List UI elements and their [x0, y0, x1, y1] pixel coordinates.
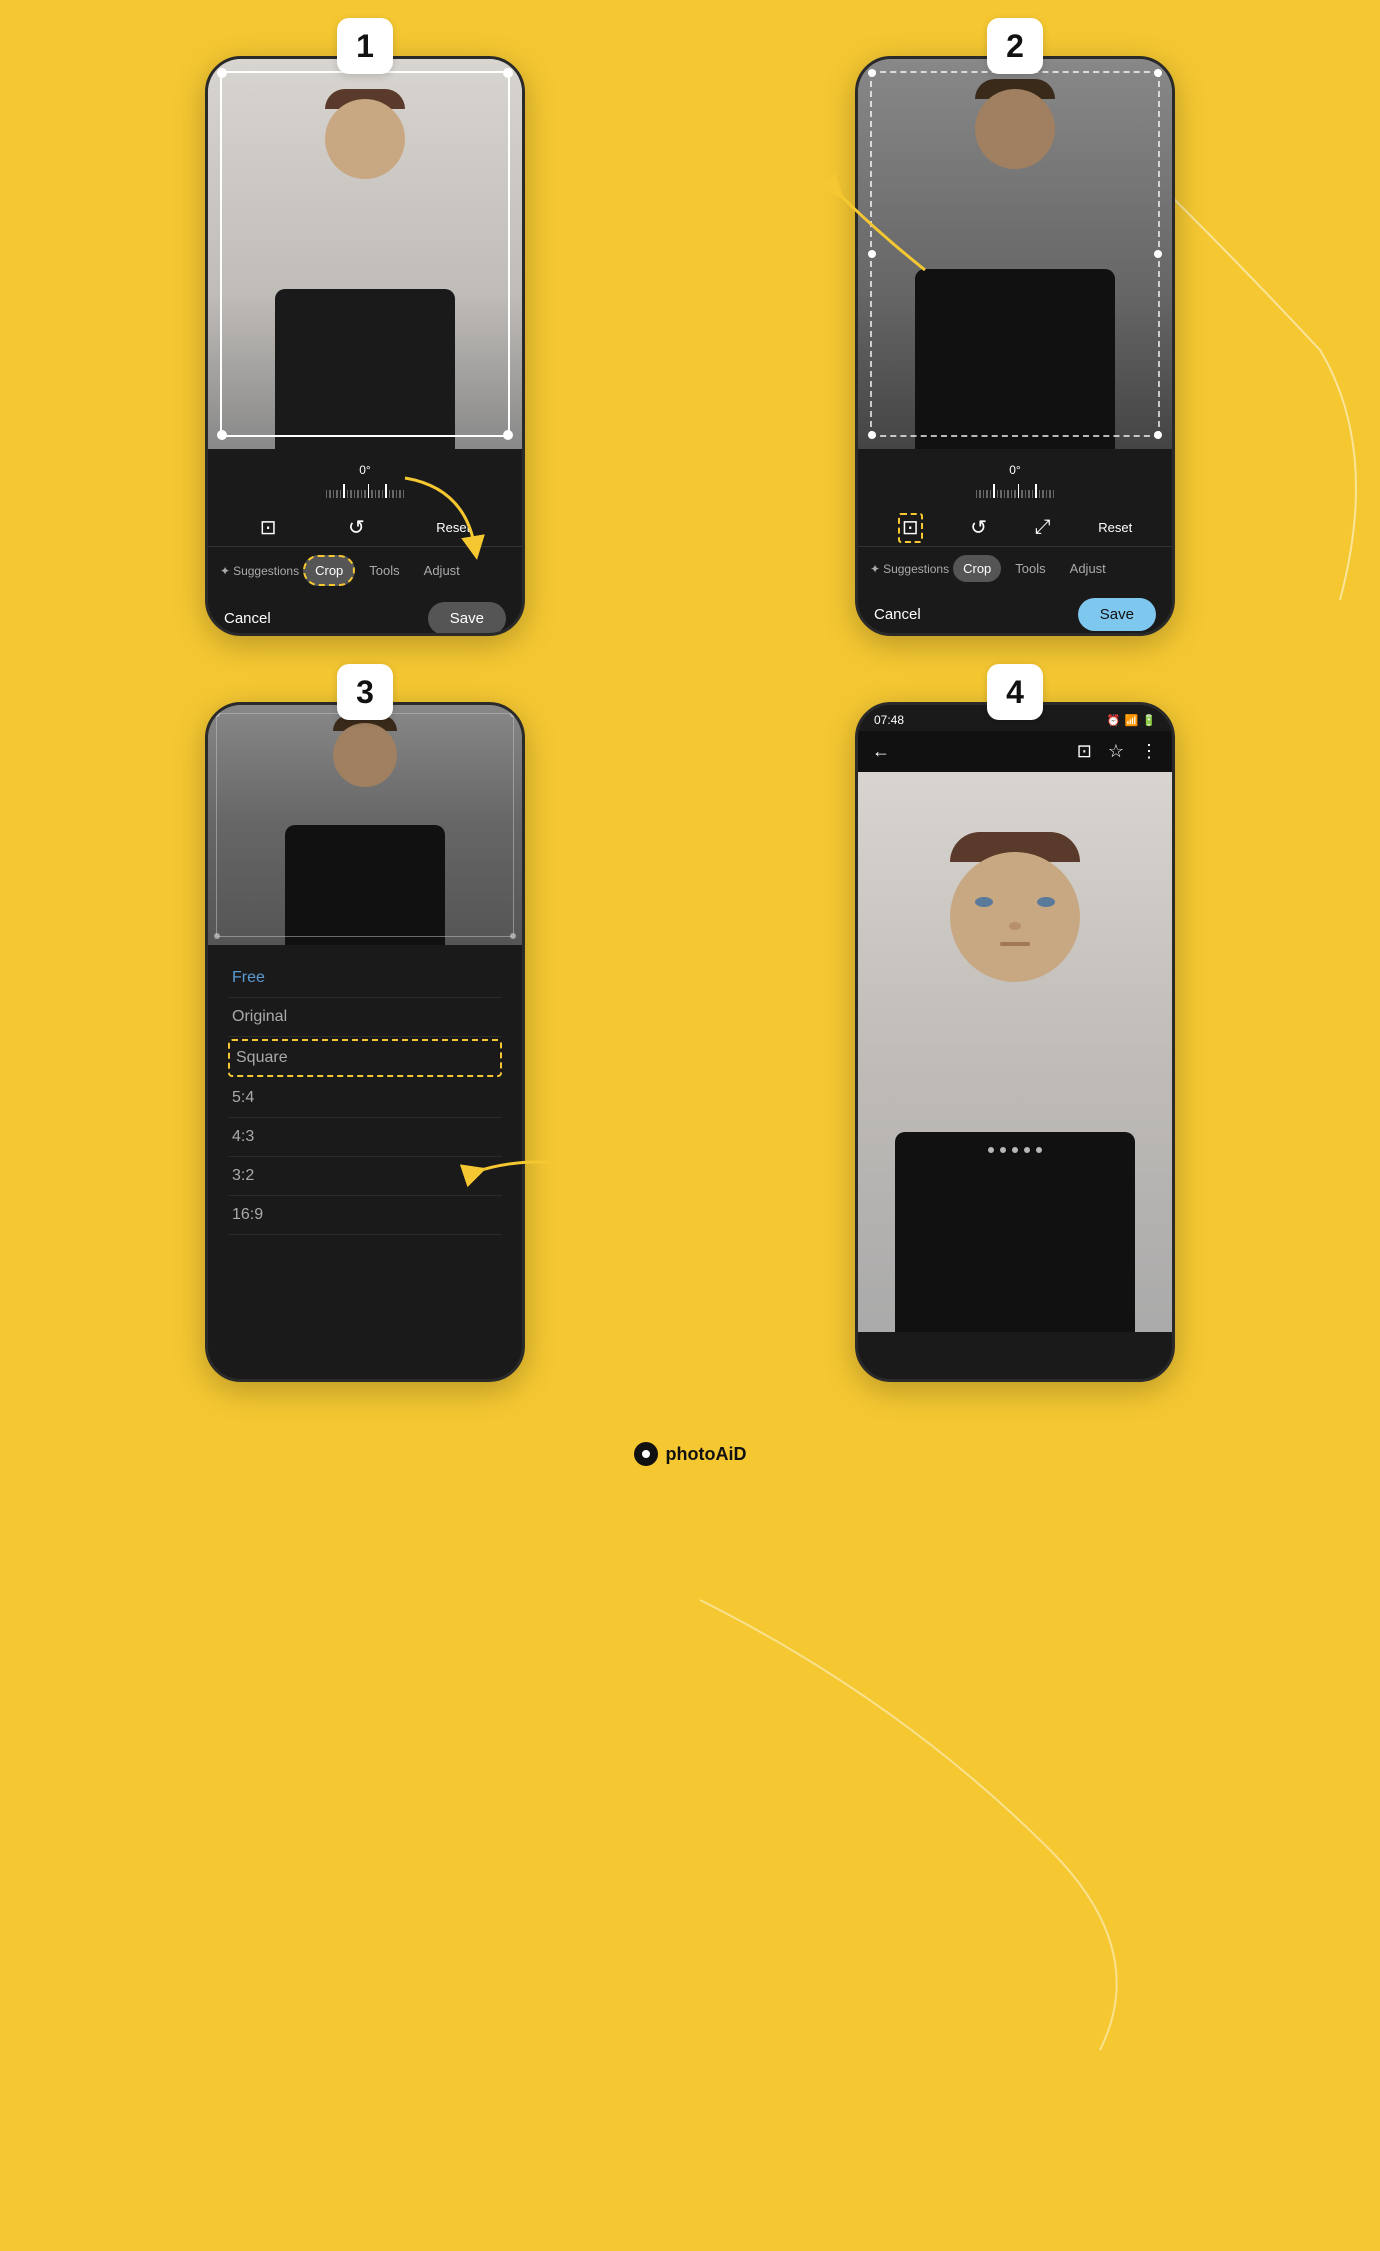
toolbar-icons-1: ⊡ ↺ Reset — [208, 509, 522, 547]
step-4-badge: 4 — [987, 664, 1043, 720]
aspect-ratio-icon-wrapper: ⊡ — [898, 515, 923, 540]
crop-tab-2[interactable]: Crop — [953, 555, 1001, 582]
face — [325, 99, 405, 179]
step-1-photo-area — [208, 59, 522, 449]
step-3-badge: 3 — [337, 664, 393, 720]
crop-overlay-2 — [870, 71, 1160, 437]
rotate-icon-2[interactable]: ↺ — [970, 515, 987, 540]
crop-overlay-3 — [216, 713, 514, 937]
adjust-tab-2[interactable]: Adjust — [1060, 555, 1116, 582]
face-closeup-skin — [950, 852, 1080, 982]
tools-tab-1[interactable]: Tools — [359, 557, 409, 584]
aspect-ratio-icon[interactable]: ⊡ — [260, 515, 277, 540]
suggestions-tab-1[interactable]: ✦Suggestions — [220, 564, 299, 578]
step-2-bottom: 0° — [858, 449, 1172, 636]
step-2-wrapper: 0° — [855, 40, 1175, 636]
step-1-phone: 0° — [205, 56, 525, 636]
nav-tabs-1: ✦Suggestions Crop Tools Adjust — [208, 547, 522, 594]
rotate-icon[interactable]: ↺ — [348, 515, 365, 540]
nav-tabs-2: ✦Suggestions Crop Tools Adjust — [858, 547, 1172, 590]
ratio-4-3[interactable]: 4:3 — [228, 1118, 502, 1157]
step-2-portrait — [858, 59, 1172, 449]
step-4-phone: 07:48 ⏰ 📶 🔋 ← ⊡ ☆ ⋮ — [855, 702, 1175, 1382]
ruler-line-1 — [218, 481, 512, 501]
more-icon[interactable]: ⋮ — [1140, 741, 1158, 762]
save-button-1[interactable]: Save — [428, 602, 506, 635]
rotation-degree-1: 0° — [359, 463, 370, 477]
step-3-wrapper: Free Original Square 5:4 4:3 3:2 16:9 — [205, 686, 525, 1382]
step-1-wrapper: 0° — [205, 40, 525, 636]
step-4-cell: 4 07:48 ⏰ 📶 🔋 ← — [710, 686, 1320, 1382]
step-1-portrait — [208, 59, 522, 449]
logo-icon — [634, 1442, 658, 1466]
rotation-ruler-2: 0° — [858, 459, 1172, 509]
wifi-icon: 📶 — [1125, 714, 1139, 727]
ratio-original[interactable]: Original — [228, 998, 502, 1037]
step-3-phone: Free Original Square 5:4 4:3 3:2 16:9 — [205, 702, 525, 1382]
crop-tab-1[interactable]: Crop — [303, 555, 355, 586]
cast-icon[interactable]: ⊡ — [1077, 741, 1092, 762]
aspect-ratio-icon-2[interactable]: ⊡ — [898, 513, 923, 543]
ratio-16-9[interactable]: 16:9 — [228, 1196, 502, 1235]
step-1-badge: 1 — [337, 18, 393, 74]
step-1-cell: 1 — [60, 40, 670, 636]
crop-corner-tl — [217, 68, 227, 78]
browser-right-icons: ⊡ ☆ ⋮ — [1077, 741, 1158, 762]
toolbar-icons-2: ⊡ ↺ ⤢ Reset — [858, 509, 1172, 547]
rotation-ruler-1: 0° — [208, 459, 522, 509]
ruler-ticks-2 — [976, 484, 1055, 498]
logo-text: photoAiD — [666, 1444, 747, 1465]
ruler-line-2 — [868, 481, 1162, 501]
necklace — [988, 1147, 1042, 1153]
crop-corner-br — [503, 430, 513, 440]
alarm-icon: ⏰ — [1107, 714, 1121, 727]
status-time: 07:48 — [874, 713, 904, 727]
bottom-actions-1: Cancel Save — [208, 594, 522, 636]
ratio-list: Free Original Square 5:4 4:3 3:2 16:9 — [208, 945, 522, 1249]
tools-tab-2[interactable]: Tools — [1005, 555, 1055, 582]
browser-bar: ← ⊡ ☆ ⋮ — [858, 731, 1172, 772]
result-portrait — [858, 772, 1172, 1332]
back-icon[interactable]: ← — [872, 741, 890, 762]
ratio-free[interactable]: Free — [228, 959, 502, 998]
step-1-bottom: 0° — [208, 449, 522, 636]
torso-closeup — [895, 1132, 1135, 1332]
ratio-3-2[interactable]: 3:2 — [228, 1157, 502, 1196]
crop-corner-bl — [217, 430, 227, 440]
step-3-photo-area — [208, 705, 522, 945]
face-closeup — [935, 832, 1095, 1032]
bottom-actions-2: Cancel Save — [858, 590, 1172, 636]
crop-tab-wrapper-1: Crop — [303, 555, 355, 586]
step-2-phone: 0° — [855, 56, 1175, 636]
cancel-button-2[interactable]: Cancel — [874, 606, 921, 623]
crop-corner-tr — [503, 68, 513, 78]
save-button-2[interactable]: Save — [1078, 598, 1156, 631]
step-4-photo-result — [858, 772, 1172, 1332]
step-3-portrait — [208, 705, 522, 945]
suggestions-tab-2[interactable]: ✦Suggestions — [870, 562, 949, 576]
tutorial-grid: 1 — [60, 40, 1320, 1382]
rotation-degree-2: 0° — [1009, 463, 1020, 477]
face-area — [315, 89, 415, 209]
cancel-button-1[interactable]: Cancel — [224, 610, 271, 627]
step-2-badge: 2 — [987, 18, 1043, 74]
reset-button-2[interactable]: Reset — [1098, 520, 1132, 535]
step-2-cell: 2 — [710, 40, 1320, 636]
status-icons: ⏰ 📶 🔋 — [1107, 714, 1156, 727]
torso — [275, 289, 455, 449]
ruler-ticks-1 — [326, 484, 405, 498]
step-2-photo-area — [858, 59, 1172, 449]
reset-button-1[interactable]: Reset — [436, 520, 470, 535]
step-4-wrapper: 07:48 ⏰ 📶 🔋 ← ⊡ ☆ ⋮ — [855, 686, 1175, 1382]
adjust-tab-1[interactable]: Adjust — [414, 557, 470, 584]
battery-icon: 🔋 — [1142, 714, 1156, 727]
step-3-cell: 3 — [60, 686, 670, 1382]
ratio-5-4[interactable]: 5:4 — [228, 1079, 502, 1118]
ratio-square[interactable]: Square — [228, 1039, 502, 1077]
expand-icon-2[interactable]: ⤢ — [1035, 516, 1051, 539]
page-wrapper: 1 — [0, 0, 1380, 2251]
star-icon[interactable]: ☆ — [1108, 741, 1124, 762]
logo-footer: photoAiD — [634, 1442, 747, 1466]
